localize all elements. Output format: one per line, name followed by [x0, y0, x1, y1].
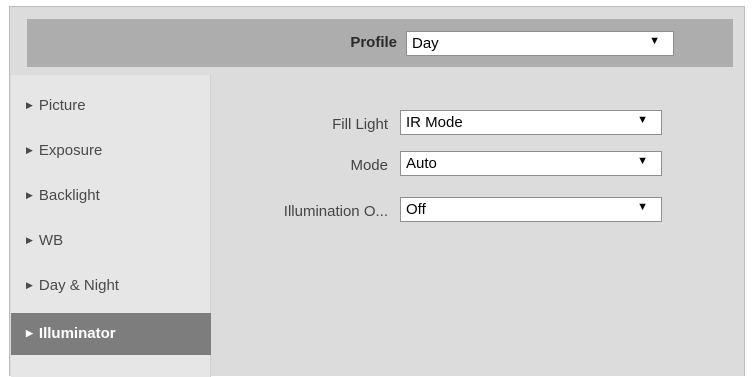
sidebar-item-illuminator[interactable]: ▶ Illuminator	[11, 313, 211, 355]
expand-arrow-icon: ▶	[26, 190, 33, 200]
sidebar-item-exposure[interactable]: ▶ Exposure	[11, 130, 211, 172]
chevron-down-icon: ▼	[637, 114, 648, 126]
mode-label: Mode	[350, 157, 388, 174]
settings-panel: Profile Day ▼ ▶ Picture ▶ Exposure ▶ Backli…	[9, 6, 745, 377]
illumination-select[interactable]: Off ▼	[400, 197, 662, 222]
profile-select[interactable]: Day ▼	[406, 31, 674, 56]
sidebar-item-day-night[interactable]: ▶ Day & Night	[11, 265, 211, 307]
profile-value: Day	[412, 35, 439, 52]
mode-select[interactable]: Auto ▼	[400, 151, 662, 176]
expand-arrow-icon: ▶	[26, 328, 33, 338]
sidebar-item-label: WB	[38, 232, 64, 249]
sidebar-item-label: Illuminator	[38, 325, 116, 342]
chevron-down-icon: ▼	[649, 35, 660, 47]
sidebar: ▶ Picture ▶ Exposure ▶ Backlight ▶ WB ▶ Day &…	[11, 75, 211, 377]
sidebar-item-label: Backlight	[38, 187, 100, 204]
fill-light-select[interactable]: IR Mode ▼	[400, 110, 662, 135]
chevron-down-icon: ▼	[637, 155, 648, 167]
sidebar-item-label: Exposure	[38, 142, 103, 159]
sidebar-item-label: Day & Night	[38, 277, 119, 294]
sidebar-item-backlight[interactable]: ▶ Backlight	[11, 175, 211, 217]
sidebar-item-wb[interactable]: ▶ WB	[11, 220, 211, 262]
expand-arrow-icon: ▶	[26, 145, 33, 155]
illumination-value: Off	[406, 201, 426, 218]
profile-label: Profile	[350, 34, 397, 51]
fill-light-label: Fill Light	[332, 116, 388, 133]
mode-value: Auto	[406, 155, 437, 172]
expand-arrow-icon: ▶	[26, 280, 33, 290]
illumination-label: Illumination O...	[283, 203, 388, 220]
sidebar-item-picture[interactable]: ▶ Picture	[11, 85, 211, 127]
chevron-down-icon: ▼	[637, 201, 648, 213]
sidebar-item-label: Picture	[38, 97, 86, 114]
profile-bar: Profile Day ▼	[27, 19, 733, 67]
expand-arrow-icon: ▶	[26, 235, 33, 245]
fill-light-value: IR Mode	[406, 114, 463, 131]
expand-arrow-icon: ▶	[26, 100, 33, 110]
